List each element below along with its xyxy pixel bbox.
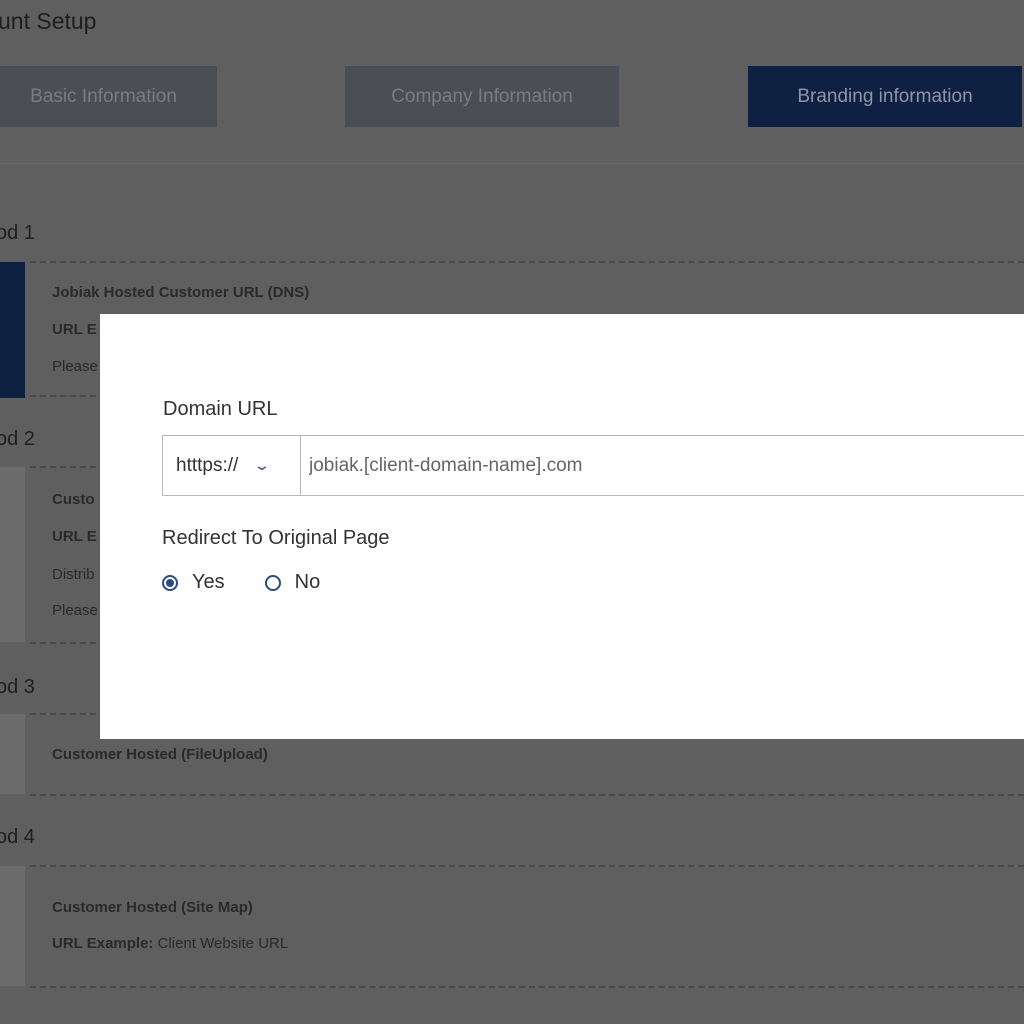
method-1-divider-top: [30, 261, 1024, 263]
method-4-divider-bottom: [30, 986, 1024, 988]
radio-yes-label: Yes: [192, 571, 225, 593]
method-1-note: Please: [52, 358, 98, 375]
redirect-label: Redirect To Original Page: [162, 527, 390, 549]
domain-url-label: Domain URL: [163, 398, 278, 420]
method-4-title: od 4: [0, 826, 35, 848]
method-2-description: Distrib: [52, 566, 95, 583]
radio-no[interactable]: [264, 574, 281, 591]
method-4-bar: [0, 866, 25, 986]
method-4-heading: Customer Hosted (Site Map): [52, 899, 253, 916]
tab-company-information[interactable]: Company Information: [345, 66, 619, 127]
domain-url-input[interactable]: [301, 436, 1024, 495]
method-3-bar: [0, 714, 25, 794]
tab-basic-information[interactable]: Basic Information: [0, 66, 217, 127]
method-3-heading: Customer Hosted (FileUpload): [52, 746, 268, 763]
domain-url-field: htttps:// ⌄: [162, 435, 1024, 496]
url-example-value: Client Website URL: [157, 935, 289, 952]
radio-no-label: No: [294, 571, 321, 593]
url-example-label: URL Example:: [52, 935, 154, 952]
page-title: unt Setup: [0, 8, 97, 34]
chevron-down-icon: ⌄: [253, 457, 271, 473]
method-1-title: od 1: [0, 222, 35, 244]
protocol-value: htttps://: [176, 454, 239, 476]
method-1-url-example: URL E: [52, 321, 97, 338]
method-1-heading: Jobiak Hosted Customer URL (DNS): [52, 284, 310, 301]
radio-yes[interactable]: [162, 574, 178, 591]
method-2-url-example: URL E: [52, 528, 97, 545]
method-2-title: od 2: [0, 428, 35, 450]
method-3-divider-bottom: [30, 794, 1024, 796]
method-4-divider-top: [30, 865, 1024, 867]
domain-url-modal: Domain URL htttps:// ⌄ Redirect To Origi…: [100, 314, 1024, 739]
tab-branding-information[interactable]: Branding information: [748, 66, 1022, 127]
method-4-url-example: URL Example: Client Website URL: [52, 935, 288, 952]
method-1-selected-bar: [0, 262, 25, 398]
redirect-yes-option[interactable]: Yes: [162, 571, 225, 594]
method-2-note: Please: [52, 602, 98, 619]
redirect-radio-group: Yes No: [162, 571, 360, 594]
method-3-title: od 3: [0, 676, 35, 698]
redirect-no-option[interactable]: No: [264, 571, 321, 594]
method-2-heading: Custo: [52, 491, 95, 508]
protocol-select[interactable]: htttps:// ⌄: [163, 436, 301, 495]
tabs-divider: [0, 163, 1024, 164]
method-2-bar: [0, 467, 25, 642]
